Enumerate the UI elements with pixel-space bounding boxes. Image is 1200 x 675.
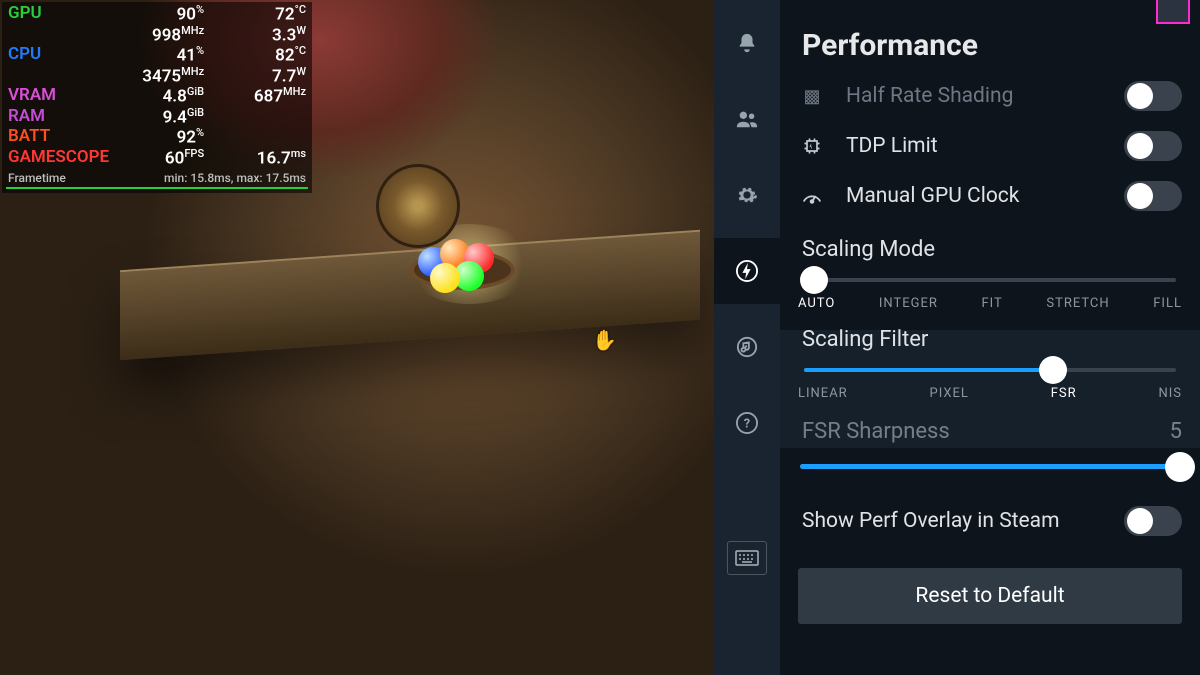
scaling-mode-label: Scaling Mode — [802, 237, 1182, 262]
qap-body: Performance ▩ Half Rate Shading TDP Limi… — [780, 0, 1200, 675]
game-viewport: ✋ GPU90%72°C998MHz3.3WCPU41%82°C3475MHz7… — [0, 0, 714, 675]
music-icon — [736, 336, 758, 358]
checker-icon: ▩ — [798, 86, 826, 107]
osk-button[interactable] — [727, 541, 767, 575]
perf-overlay: GPU90%72°C998MHz3.3WCPU41%82°C3475MHz7.7… — [2, 2, 312, 193]
keyboard-icon — [735, 550, 759, 566]
tab-performance[interactable] — [714, 238, 780, 304]
scaling-mode-slider[interactable] — [800, 270, 1180, 290]
reset-button[interactable]: Reset to Default — [798, 568, 1182, 624]
frametime-minmax: min: 15.8ms, max: 17.5ms — [88, 168, 308, 185]
toggle-show-overlay[interactable] — [1124, 506, 1182, 536]
fsr-sharpness-slider[interactable] — [798, 454, 1182, 480]
scene-box-lid — [376, 164, 460, 248]
tab-audio[interactable] — [732, 332, 762, 362]
show-overlay-label: Show Perf Overlay in Steam — [802, 509, 1060, 533]
fsr-sharpness-label: FSR Sharpness — [802, 419, 950, 444]
qap-tab-strip: ? — [714, 0, 780, 675]
frametime-label: Frametime — [6, 168, 88, 185]
tdp-label: TDP Limit — [846, 134, 938, 158]
frametime-graph — [6, 187, 308, 189]
scaling-filter-slider[interactable] — [800, 360, 1180, 380]
chip-icon — [798, 136, 826, 156]
tab-notifications[interactable] — [732, 28, 762, 58]
toggle-half-rate[interactable] — [1124, 81, 1182, 111]
friends-icon — [735, 108, 759, 130]
row-half-rate-shading[interactable]: ▩ Half Rate Shading — [798, 71, 1182, 121]
row-manual-gpu-clock[interactable]: Manual GPU Clock — [798, 171, 1182, 221]
bell-icon — [736, 32, 758, 54]
scaling-mode-options: AUTOINTEGERFITSTRETCHFILL — [798, 296, 1182, 311]
tab-settings[interactable] — [732, 180, 762, 210]
tab-help[interactable]: ? — [732, 408, 762, 438]
fsr-sharpness-value: 5 — [1170, 419, 1182, 444]
half-rate-label: Half Rate Shading — [846, 84, 1013, 108]
row-show-perf-overlay[interactable]: Show Perf Overlay in Steam — [798, 496, 1182, 546]
scaling-filter-options: LINEARPIXELFSRNIS — [798, 386, 1182, 401]
bolt-icon — [736, 260, 758, 282]
toggle-tdp[interactable] — [1124, 131, 1182, 161]
section-title: Performance — [802, 28, 1182, 63]
svg-text:?: ? — [744, 417, 750, 432]
row-tdp-limit[interactable]: TDP Limit — [798, 121, 1182, 171]
scaling-filter-label: Scaling Filter — [802, 327, 1182, 352]
avatar[interactable] — [1156, 0, 1190, 24]
gpu-clock-label: Manual GPU Clock — [846, 184, 1019, 208]
quick-access-panel: ? Performance ▩ Half Rate Shading — [714, 0, 1200, 675]
toggle-gpu-clock[interactable] — [1124, 181, 1182, 211]
gauge-icon — [798, 187, 826, 205]
gear-icon — [736, 184, 758, 206]
tab-friends[interactable] — [732, 104, 762, 134]
mouse-cursor-icon: ✋ — [592, 328, 617, 352]
help-icon: ? — [736, 412, 758, 434]
